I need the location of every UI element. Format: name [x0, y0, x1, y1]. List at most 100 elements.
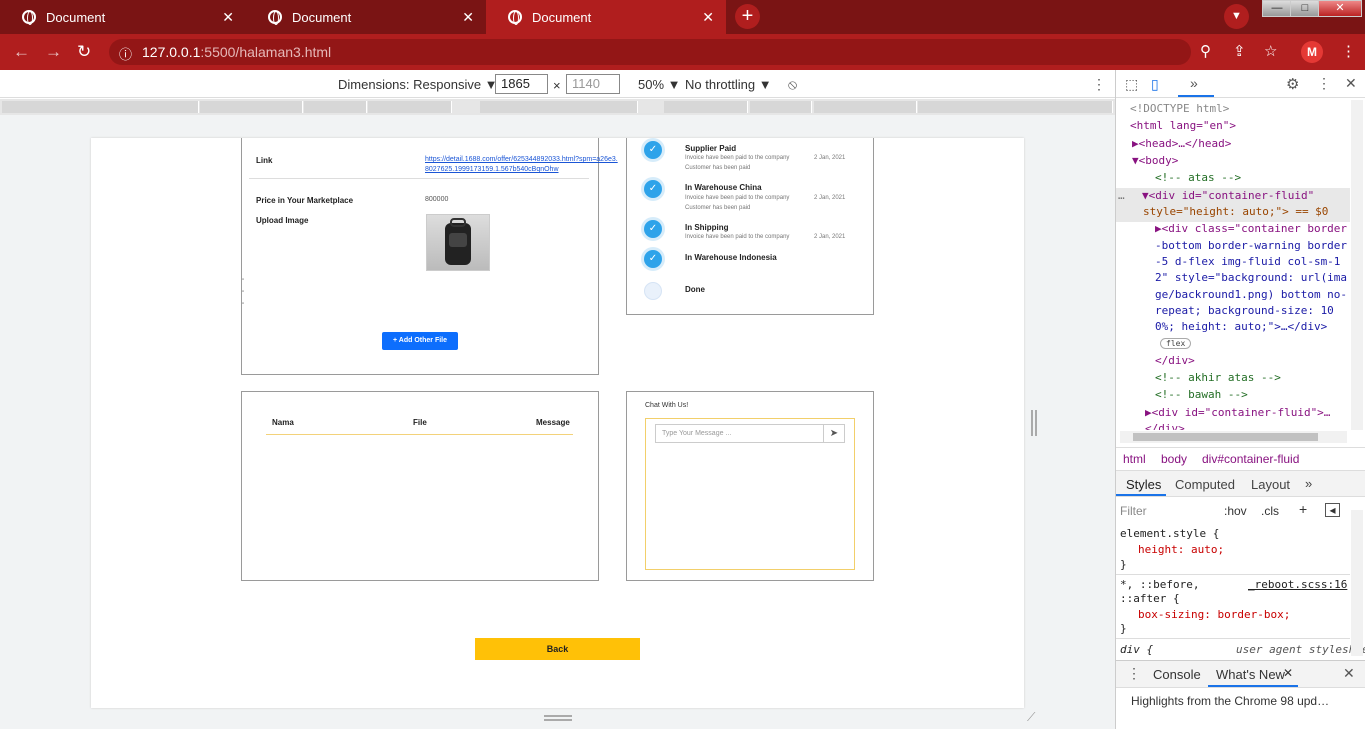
toggle-sidebar-icon[interactable]: ◂ — [1325, 503, 1340, 517]
resize-handle-bottom[interactable] — [544, 715, 572, 721]
back-button[interactable]: Back — [475, 638, 640, 660]
drawer-close-icon[interactable]: ✕ — [1343, 665, 1355, 682]
dom-line[interactable]: <!-- atas --> — [1155, 171, 1241, 184]
breadcrumb-item[interactable]: div#container-fluid — [1202, 452, 1299, 466]
inspect-icon[interactable]: ⬚ — [1125, 76, 1138, 93]
rule-close: } — [1120, 622, 1127, 635]
rotate-icon[interactable]: ⦸ — [788, 76, 797, 93]
dom-line[interactable]: </div> — [1145, 422, 1185, 430]
throttle-select[interactable]: No throttling ▼ — [685, 77, 772, 92]
dom-line[interactable]: ▼<body> — [1132, 154, 1178, 167]
reload-icon[interactable]: ↻ — [77, 42, 91, 62]
rule-divider — [1116, 638, 1350, 639]
more-style-tabs[interactable]: » — [1305, 476, 1312, 491]
dom-line[interactable]: <!-- bawah --> — [1155, 388, 1248, 401]
globe-icon — [508, 10, 522, 25]
dom-line[interactable]: <!DOCTYPE html> — [1130, 102, 1229, 115]
uploaded-image[interactable] — [426, 214, 490, 271]
dom-line[interactable]: </div> — [1155, 354, 1195, 367]
info-icon[interactable]: ⓘ — [119, 44, 132, 63]
tab-3[interactable]: Document ✕ — [486, 0, 726, 34]
close-icon[interactable]: ✕ — [222, 9, 234, 26]
settings-gear-icon[interactable]: ⚙ — [1286, 75, 1299, 93]
drawer-menu-icon[interactable]: ⋮ — [1127, 665, 1141, 682]
rule-declaration[interactable]: height: auto; — [1138, 543, 1224, 556]
devtools-close-icon[interactable]: ✕ — [1345, 75, 1357, 92]
rule-declaration[interactable]: box-sizing: border-box; — [1138, 608, 1290, 621]
cls-toggle[interactable]: .cls — [1261, 504, 1279, 518]
rule-source-link[interactable]: _reboot.scss:16 — [1248, 578, 1347, 591]
dom-line[interactable]: ▶<div class="container border — [1155, 222, 1347, 235]
ruler-segment[interactable] — [368, 101, 452, 113]
menu-icon[interactable]: ⋮ — [1341, 42, 1356, 60]
dom-line[interactable]: -bottom border-warning border — [1155, 239, 1347, 252]
devtools-menu-icon[interactable]: ⋮ — [1317, 75, 1331, 92]
dom-line-selected[interactable]: style="height: auto;"> == $0 — [1143, 205, 1328, 218]
width-input[interactable]: 1865 — [495, 74, 548, 94]
price-label: Price in Your Marketplace — [256, 196, 354, 205]
tab-search-button[interactable]: ▼ — [1224, 4, 1249, 29]
forward-icon[interactable]: → — [45, 42, 62, 62]
ruler-segment[interactable] — [2, 101, 199, 113]
close-icon[interactable]: ✕ — [1283, 666, 1293, 680]
tab-2[interactable]: Document ✕ — [246, 0, 486, 34]
tab-computed[interactable]: Computed — [1175, 477, 1235, 492]
minimize-button[interactable]: — — [1262, 0, 1292, 17]
zoom-icon[interactable]: ⚲ — [1200, 42, 1211, 60]
breadcrumb-item[interactable]: body — [1161, 452, 1187, 466]
tab-1[interactable]: Document ✕ — [0, 0, 246, 34]
ruler-segment[interactable] — [304, 101, 367, 113]
window-close-button[interactable]: ✕ — [1318, 0, 1362, 17]
new-tab-button[interactable]: + — [735, 4, 760, 29]
share-icon[interactable]: ⇪ — [1233, 42, 1246, 60]
resize-handle-right[interactable] — [1031, 410, 1037, 436]
maximize-button[interactable]: □ — [1290, 0, 1320, 17]
link-value[interactable]: https://detail.1688.com/offer/6253448920… — [425, 155, 620, 177]
dom-line[interactable]: 2" style="background: url(ima — [1155, 271, 1347, 284]
drawer-tab-console[interactable]: Console — [1153, 667, 1201, 682]
ruler-segment[interactable] — [750, 101, 812, 113]
dom-line[interactable]: 0%; height: auto;">…</div> — [1155, 320, 1327, 333]
zoom-select[interactable]: 50% ▼ — [638, 77, 681, 92]
ruler-segment[interactable] — [814, 101, 917, 113]
dom-line[interactable]: <!-- akhir atas --> — [1155, 371, 1281, 384]
avatar[interactable]: M — [1301, 41, 1323, 63]
add-rule-icon[interactable]: + — [1299, 501, 1307, 517]
drawer-tab-whats-new[interactable]: What's New — [1216, 667, 1285, 682]
ruler-segment[interactable] — [918, 101, 1113, 113]
back-icon[interactable]: ← — [13, 42, 30, 62]
close-icon[interactable]: ✕ — [702, 9, 714, 26]
dom-line-selected[interactable]: ▼<div id="container-fluid" — [1142, 189, 1314, 202]
tab-layout[interactable]: Layout — [1251, 477, 1290, 492]
scrollbar-thumb[interactable] — [1133, 433, 1318, 441]
dom-line[interactable]: ▶<div id="container-fluid">… — [1145, 406, 1330, 419]
dom-line[interactable]: ge/backround1.png) bottom no- — [1155, 288, 1347, 301]
height-input[interactable]: 1140 — [566, 74, 620, 94]
vertical-scrollbar[interactable] — [1351, 100, 1363, 430]
ruler-segment[interactable] — [480, 101, 638, 113]
dimensions-select[interactable]: Dimensions: Responsive ▼ — [338, 77, 498, 92]
star-icon[interactable]: ☆ — [1264, 42, 1277, 60]
chat-message-input[interactable]: Type Your Message ... — [655, 424, 823, 443]
dom-line[interactable]: -5 d-flex img-fluid col-sm-1 — [1155, 255, 1340, 268]
flex-badge[interactable]: flex — [1160, 338, 1192, 349]
ruler-segment[interactable] — [664, 101, 748, 113]
more-tabs-icon[interactable]: » — [1190, 75, 1198, 91]
styles-filter-input[interactable]: Filter — [1120, 504, 1212, 518]
tab-styles[interactable]: Styles — [1126, 477, 1161, 492]
ruler-segment[interactable] — [200, 101, 303, 113]
device-toggle-icon[interactable]: ▯ — [1151, 76, 1159, 93]
resize-corner-icon[interactable]: ⟋ — [1027, 710, 1035, 725]
hov-toggle[interactable]: :hov — [1224, 504, 1247, 518]
send-icon[interactable]: ➤ — [823, 424, 845, 443]
more-options-icon[interactable]: ⋮ — [1092, 76, 1106, 93]
ellipsis-icon[interactable]: … — [1118, 189, 1125, 202]
dom-line[interactable]: ▶<head>…</head> — [1132, 137, 1231, 150]
url-text[interactable]: 127.0.0.1:5500/halaman3.html — [142, 44, 331, 60]
dom-line[interactable]: repeat; background-size: 10 — [1155, 304, 1334, 317]
close-icon[interactable]: ✕ — [462, 9, 474, 26]
breadcrumb-item[interactable]: html — [1123, 452, 1146, 466]
dom-line[interactable]: <html lang="en"> — [1130, 119, 1236, 132]
styles-scrollbar[interactable] — [1351, 510, 1363, 656]
add-other-file-button[interactable]: + Add Other File — [382, 332, 458, 350]
